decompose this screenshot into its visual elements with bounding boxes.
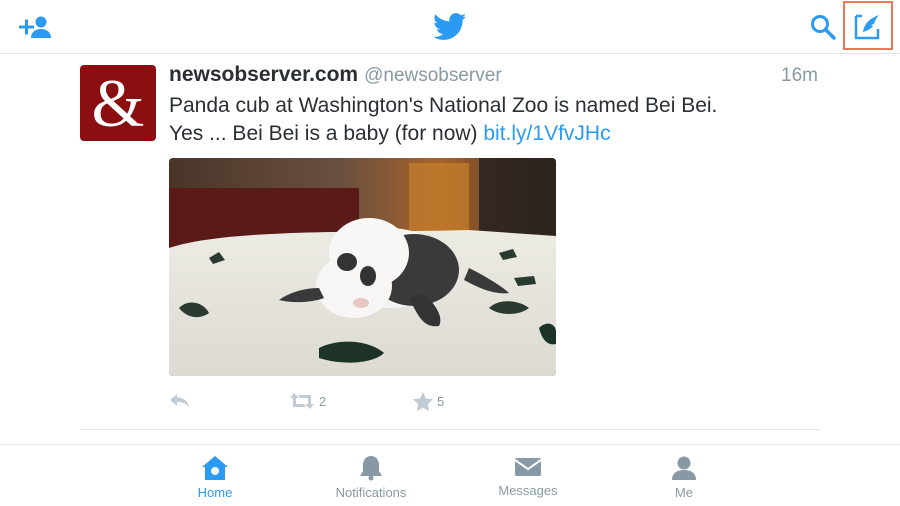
- add-user-icon: [19, 16, 51, 38]
- reply-button[interactable]: [169, 388, 191, 414]
- compose-tweet-icon: [854, 14, 880, 39]
- panda-cub-photo: [169, 158, 556, 376]
- tweet-text-line-2-text: Yes ... Bei Bei is a baby (for now): [169, 122, 484, 145]
- tab-me[interactable]: Me: [629, 455, 739, 505]
- search-icon: [811, 15, 836, 40]
- compose-tweet-button[interactable]: [843, 1, 893, 50]
- retweet-button[interactable]: 2: [289, 388, 326, 414]
- tab-home-label: Home: [197, 485, 233, 500]
- tweet-text-line-2: Yes ... Bei Bei is a baby (for now) bit.…: [169, 120, 809, 148]
- avatar[interactable]: &: [80, 65, 156, 141]
- star-icon: [413, 391, 433, 411]
- tweet-actions: 2 5: [169, 388, 569, 414]
- bell-icon: [360, 456, 382, 481]
- tab-notifications-label: Notifications: [335, 485, 407, 500]
- person-icon: [672, 456, 696, 480]
- tweet[interactable]: & newsobserver.com @newsobserver 16m Pand…: [80, 54, 820, 430]
- favorite-count: 5: [437, 393, 445, 409]
- avatar-glyph: &: [91, 65, 145, 141]
- tweet-text: Panda cub at Washington's National Zoo i…: [169, 92, 809, 148]
- tweet-media-photo[interactable]: [169, 158, 556, 376]
- twitter-bird-icon: [433, 13, 467, 40]
- add-user-button[interactable]: [14, 10, 54, 44]
- home-icon: [202, 456, 228, 480]
- search-button[interactable]: [804, 9, 842, 45]
- retweet-icon: [290, 393, 314, 409]
- envelope-icon: [514, 458, 542, 476]
- tab-messages-label: Messages: [498, 483, 558, 498]
- retweet-count: 2: [319, 393, 327, 409]
- screen-name[interactable]: @newsobserver: [364, 65, 502, 86]
- top-bar: [0, 0, 900, 54]
- tweet-header: newsobserver.com @newsobserver: [169, 63, 819, 89]
- tweet-timestamp: 16m: [781, 65, 818, 86]
- tab-notifications[interactable]: Notifications: [316, 455, 426, 505]
- tab-me-label: Me: [674, 485, 694, 500]
- favorite-button[interactable]: 5: [413, 388, 444, 414]
- twitter-bird-logo: [428, 8, 472, 46]
- tab-home[interactable]: Home: [160, 455, 270, 505]
- reply-icon: [170, 394, 189, 407]
- bottom-tab-bar: Home Notifications Messages Me: [0, 444, 900, 506]
- tab-messages[interactable]: Messages: [473, 455, 583, 505]
- display-name[interactable]: newsobserver.com: [169, 63, 358, 86]
- twitter-app: & newsobserver.com @newsobserver 16m Pand…: [0, 0, 900, 506]
- tweet-link[interactable]: bit.ly/1VfvJHc: [483, 122, 610, 145]
- tweet-text-line-1: Panda cub at Washington's National Zoo i…: [169, 94, 718, 117]
